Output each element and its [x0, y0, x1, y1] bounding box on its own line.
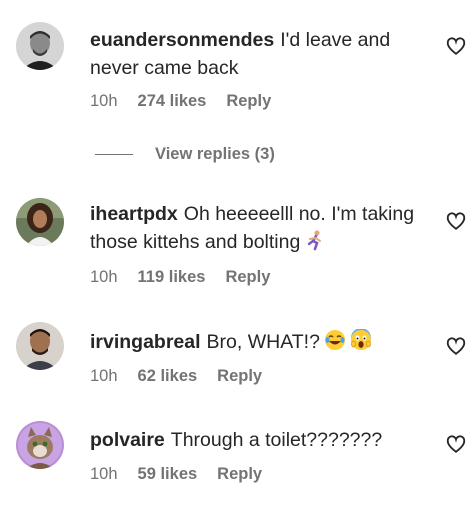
view-replies-button[interactable]: View replies (3) [95, 143, 275, 165]
comment-time: 10h [90, 465, 118, 483]
view-replies-label: View replies (3) [155, 144, 275, 163]
comment-username[interactable]: polvaire [90, 429, 165, 451]
comment-meta: 10h 62 likes Reply [90, 367, 262, 386]
comment-text: euandersonmendes I'd leave and never came… [90, 26, 420, 82]
reply-button[interactable]: Reply [226, 92, 271, 111]
like-heart-icon[interactable] [445, 335, 467, 357]
like-heart-icon[interactable] [445, 35, 467, 57]
comment-time: 10h [90, 92, 118, 110]
comment-username[interactable]: euandersonmendes [90, 29, 274, 51]
reply-button[interactable]: Reply [225, 268, 270, 287]
avatar[interactable] [16, 322, 64, 370]
avatar[interactable] [16, 198, 64, 246]
avatar[interactable] [16, 22, 64, 70]
running-person-emoji [304, 229, 326, 259]
comment-text: polvaire Through a toilet??????? [90, 426, 420, 454]
comment-username[interactable]: irvingabreal [90, 331, 201, 353]
comment-likes[interactable]: 59 likes [138, 465, 198, 484]
screaming-face-emoji [350, 328, 372, 359]
reply-button[interactable]: Reply [217, 367, 262, 386]
comment-time: 10h [90, 367, 118, 385]
comment-body: Through a toilet??????? [170, 429, 383, 451]
comment-username[interactable]: iheartpdx [90, 203, 178, 225]
comment-likes[interactable]: 274 likes [138, 92, 207, 111]
reply-button[interactable]: Reply [217, 465, 262, 484]
comment-thread: euandersonmendes I'd leave and never came… [0, 0, 474, 506]
comment-time: 10h [90, 268, 118, 286]
divider-line [95, 153, 133, 155]
comment-meta: 10h 274 likes Reply [90, 92, 271, 111]
comment-meta: 10h 119 likes Reply [90, 268, 270, 287]
comment-meta: 10h 59 likes Reply [90, 465, 262, 484]
comment-likes[interactable]: 119 likes [138, 268, 206, 287]
comment-body: Bro, WHAT!? [206, 331, 320, 353]
laughing-crying-face-emoji [324, 329, 346, 359]
comment-text: iheartpdx Oh heeeeelll no. I'm taking tho… [90, 200, 420, 259]
like-heart-icon[interactable] [445, 210, 467, 232]
like-heart-icon[interactable] [445, 433, 467, 455]
avatar[interactable] [16, 421, 64, 469]
comment-likes[interactable]: 62 likes [138, 367, 198, 386]
comment-text: irvingabreal Bro, WHAT!? [90, 328, 420, 359]
